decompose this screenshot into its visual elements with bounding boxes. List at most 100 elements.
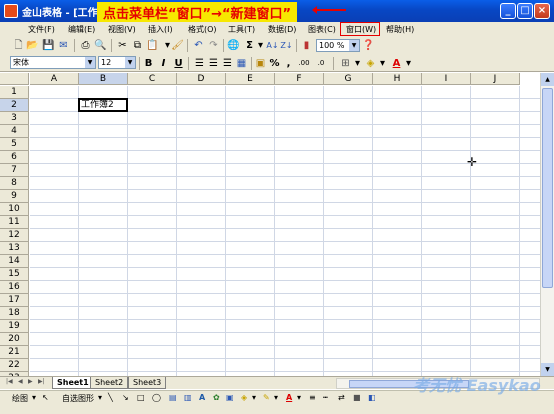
rectangle-icon[interactable]: □ — [137, 393, 145, 402]
column-header-h[interactable]: H — [373, 73, 422, 85]
align-right-icon[interactable]: ☰ — [221, 57, 234, 70]
scroll-thumb[interactable] — [542, 88, 553, 288]
currency-icon[interactable]: ▣ — [254, 57, 267, 70]
vertical-textbox-icon[interactable]: ▥ — [184, 393, 192, 402]
app-icon[interactable] — [4, 4, 18, 18]
cut-icon[interactable]: ✂ — [116, 39, 129, 52]
paste-icon[interactable]: 📋 — [146, 39, 159, 52]
next-sheet-icon[interactable]: ▶ — [28, 378, 33, 385]
menu-data[interactable]: 数据(D) — [266, 23, 298, 36]
hyperlink-icon[interactable]: 🌐 — [227, 39, 240, 52]
textbox-icon[interactable]: ▤ — [169, 393, 177, 402]
chevron-down-icon[interactable]: ▼ — [349, 40, 359, 51]
open-icon[interactable]: 📂 — [26, 39, 39, 52]
line-style-icon[interactable]: ≡ — [309, 393, 316, 402]
autoshapes-dropdown-icon[interactable]: ▾ — [98, 393, 102, 402]
menu-edit[interactable]: 编辑(E) — [66, 23, 97, 36]
column-header-b[interactable]: B — [79, 73, 128, 85]
increase-decimal-button[interactable]: .00 — [296, 57, 312, 70]
row-header-17[interactable]: 17 — [0, 294, 29, 307]
column-header-e[interactable]: E — [226, 73, 275, 85]
comma-button[interactable]: , — [282, 57, 295, 70]
align-left-icon[interactable]: ☰ — [193, 57, 206, 70]
row-header-19[interactable]: 19 — [0, 320, 29, 333]
percent-button[interactable]: % — [268, 57, 281, 70]
bold-button[interactable]: B — [142, 57, 155, 70]
active-cell-b2[interactable]: 工作簿2 — [78, 98, 128, 112]
sort-descending-icon[interactable]: Z↓ — [280, 39, 293, 52]
dash-style-icon[interactable]: ┅ — [323, 393, 328, 402]
menu-insert[interactable]: 插入(I) — [146, 23, 175, 36]
underline-button[interactable]: U — [172, 57, 185, 70]
insert-picture-icon[interactable]: ▣ — [226, 393, 234, 402]
clipart-icon[interactable]: ✿ — [213, 393, 220, 402]
save-icon[interactable]: 💾 — [42, 39, 55, 52]
chevron-down-icon[interactable]: ▼ — [85, 57, 95, 68]
row-header-9[interactable]: 9 — [0, 190, 29, 203]
chevron-down-icon[interactable]: ▼ — [125, 57, 135, 68]
row-header-6[interactable]: 6 — [0, 151, 29, 164]
menu-chart[interactable]: 图表(C) — [306, 23, 338, 36]
fill-color-dropdown-icon[interactable]: ▾ — [252, 393, 256, 402]
font-color-dropdown-icon[interactable]: ▾ — [402, 57, 415, 70]
row-header-2[interactable]: 2 — [0, 99, 29, 112]
column-header-f[interactable]: F — [275, 73, 324, 85]
maximize-button[interactable]: □ — [517, 3, 533, 19]
shadow-icon[interactable]: ■ — [353, 393, 361, 402]
minimize-button[interactable]: _ — [500, 3, 516, 19]
fill-color-dropdown-icon[interactable]: ▾ — [376, 57, 389, 70]
column-header-a[interactable]: A — [30, 73, 79, 85]
italic-button[interactable]: I — [157, 57, 170, 70]
row-header-16[interactable]: 16 — [0, 281, 29, 294]
row-header-20[interactable]: 20 — [0, 333, 29, 346]
arrow-style-icon[interactable]: ⇄ — [338, 393, 345, 402]
merge-center-icon[interactable]: ▦ — [235, 57, 248, 70]
align-center-icon[interactable]: ☰ — [207, 57, 220, 70]
column-header-i[interactable]: I — [422, 73, 471, 85]
font-size-select[interactable]: 12 ▼ — [98, 56, 136, 69]
sheet-tab-sheet3[interactable]: Sheet3 — [128, 377, 167, 389]
line-color-icon[interactable]: ✎ — [263, 393, 270, 402]
oval-icon[interactable]: ◯ — [152, 393, 161, 402]
last-sheet-icon[interactable]: ▶| — [38, 378, 45, 385]
copy-icon[interactable]: ⧉ — [131, 39, 144, 52]
font-color-dropdown-icon[interactable]: ▾ — [297, 393, 301, 402]
row-header-7[interactable]: 7 — [0, 164, 29, 177]
help-icon[interactable]: ❓ — [362, 39, 375, 52]
3d-style-icon[interactable]: ◧ — [368, 393, 376, 402]
line-icon[interactable]: ╲ — [108, 393, 113, 402]
draw-dropdown-icon[interactable]: ▾ — [32, 393, 36, 402]
autoshapes-button[interactable]: 自选图形 — [62, 393, 94, 404]
prev-sheet-icon[interactable]: ◀ — [18, 378, 23, 385]
row-header-14[interactable]: 14 — [0, 255, 29, 268]
row-header-4[interactable]: 4 — [0, 125, 29, 138]
redo-icon[interactable]: ↷ — [207, 39, 220, 52]
decrease-decimal-button[interactable]: .0 — [313, 57, 329, 70]
print-icon[interactable]: ⎙ — [79, 39, 92, 52]
menu-help[interactable]: 帮助(H) — [384, 23, 416, 36]
menu-view[interactable]: 视图(V) — [106, 23, 138, 36]
column-header-d[interactable]: D — [177, 73, 226, 85]
sheet-tab-sheet1[interactable]: Sheet1 — [52, 377, 94, 389]
draw-menu-button[interactable]: 绘图 — [12, 393, 28, 404]
chart-wizard-icon[interactable]: ▮ — [300, 39, 313, 52]
column-header-j[interactable]: J — [471, 73, 520, 85]
borders-dropdown-icon[interactable]: ▾ — [351, 57, 364, 70]
scroll-down-icon[interactable]: ▼ — [541, 363, 554, 376]
menu-format[interactable]: 格式(O) — [186, 23, 219, 36]
arrow-icon[interactable]: ↘ — [122, 393, 129, 402]
zoom-select[interactable]: 100 % ▼ — [316, 39, 360, 52]
menu-tools[interactable]: 工具(T) — [226, 23, 257, 36]
new-icon[interactable]: 🗋 — [12, 39, 25, 52]
row-header-12[interactable]: 12 — [0, 229, 29, 242]
scroll-up-icon[interactable]: ▲ — [541, 73, 554, 86]
row-header-21[interactable]: 21 — [0, 346, 29, 359]
row-header-8[interactable]: 8 — [0, 177, 29, 190]
column-header-g[interactable]: G — [324, 73, 373, 85]
font-name-select[interactable]: 宋体 ▼ — [10, 56, 96, 69]
wordart-icon[interactable]: A — [199, 393, 205, 402]
line-color-dropdown-icon[interactable]: ▾ — [274, 393, 278, 402]
mail-icon[interactable]: ✉ — [57, 39, 70, 52]
select-objects-icon[interactable]: ↖ — [42, 393, 49, 402]
worksheet-grid[interactable]: ABCDEFGHIJ 1 2 3 4 5 6 7 8 9 10 11 12 13 14 15 16 17 18 19… — [0, 73, 554, 376]
